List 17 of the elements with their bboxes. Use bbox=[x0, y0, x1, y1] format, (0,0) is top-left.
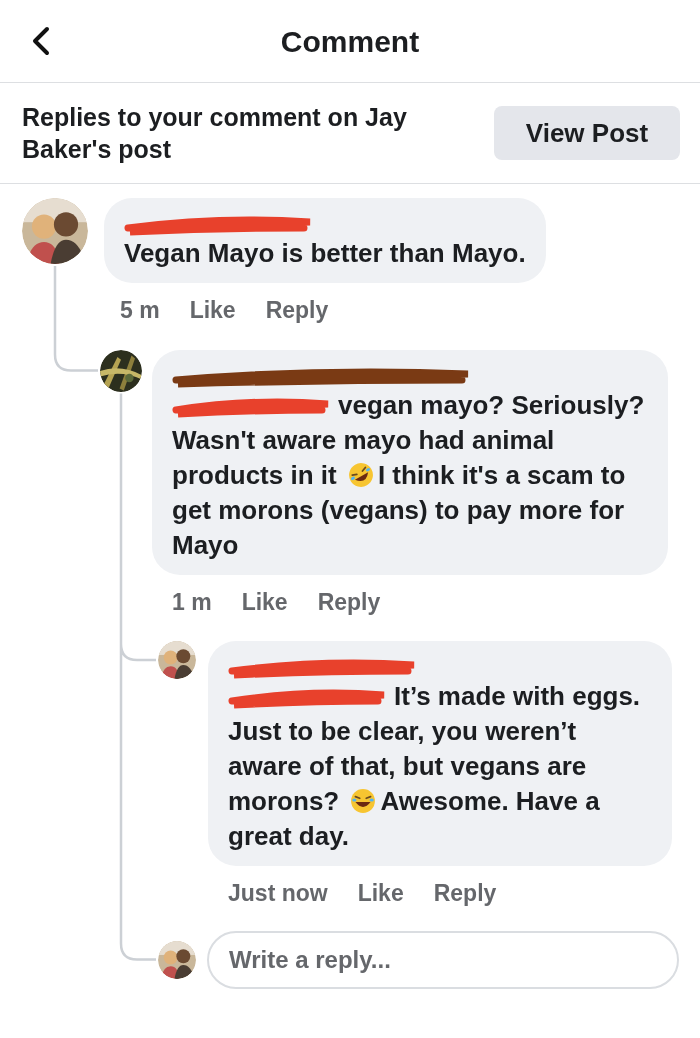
reply-text-input[interactable]: Write a reply... bbox=[229, 941, 657, 978]
comment-time: 1 m bbox=[172, 587, 212, 617]
view-post-button[interactable]: View Post bbox=[494, 106, 680, 160]
comment-time: 5 m bbox=[120, 296, 160, 325]
page-title: Comment bbox=[280, 23, 420, 60]
notice-text: Replies to your comment on Jay Baker's post bbox=[22, 102, 408, 165]
comment-action-link[interactable]: Reply bbox=[317, 584, 381, 619]
reply-input-field[interactable]: Write a reply... bbox=[207, 930, 679, 989]
comment-action-link[interactable]: Reply bbox=[433, 876, 497, 911]
comment-action-link[interactable]: Like bbox=[189, 293, 236, 328]
comment-action-link[interactable]: Reply bbox=[265, 293, 329, 328]
comment-text: vegan mayo? Seriously? Wasn't aware mayo had animal products in it I think it's a scam to get morons (vegans) to pay more for Mayo bbox=[172, 388, 646, 562]
comment-text: Vegan Mayo is better than Mayo. bbox=[124, 237, 526, 270]
comment-action-link[interactable]: Like bbox=[241, 584, 288, 619]
comment-text: It’s made with eggs. Just to be clear, you weren’t aware of that, but vegans are morons? Awesome. Have a great day. bbox=[228, 680, 642, 853]
comment-time: Just now bbox=[228, 879, 328, 908]
comment-action-link[interactable]: Like bbox=[357, 876, 404, 911]
